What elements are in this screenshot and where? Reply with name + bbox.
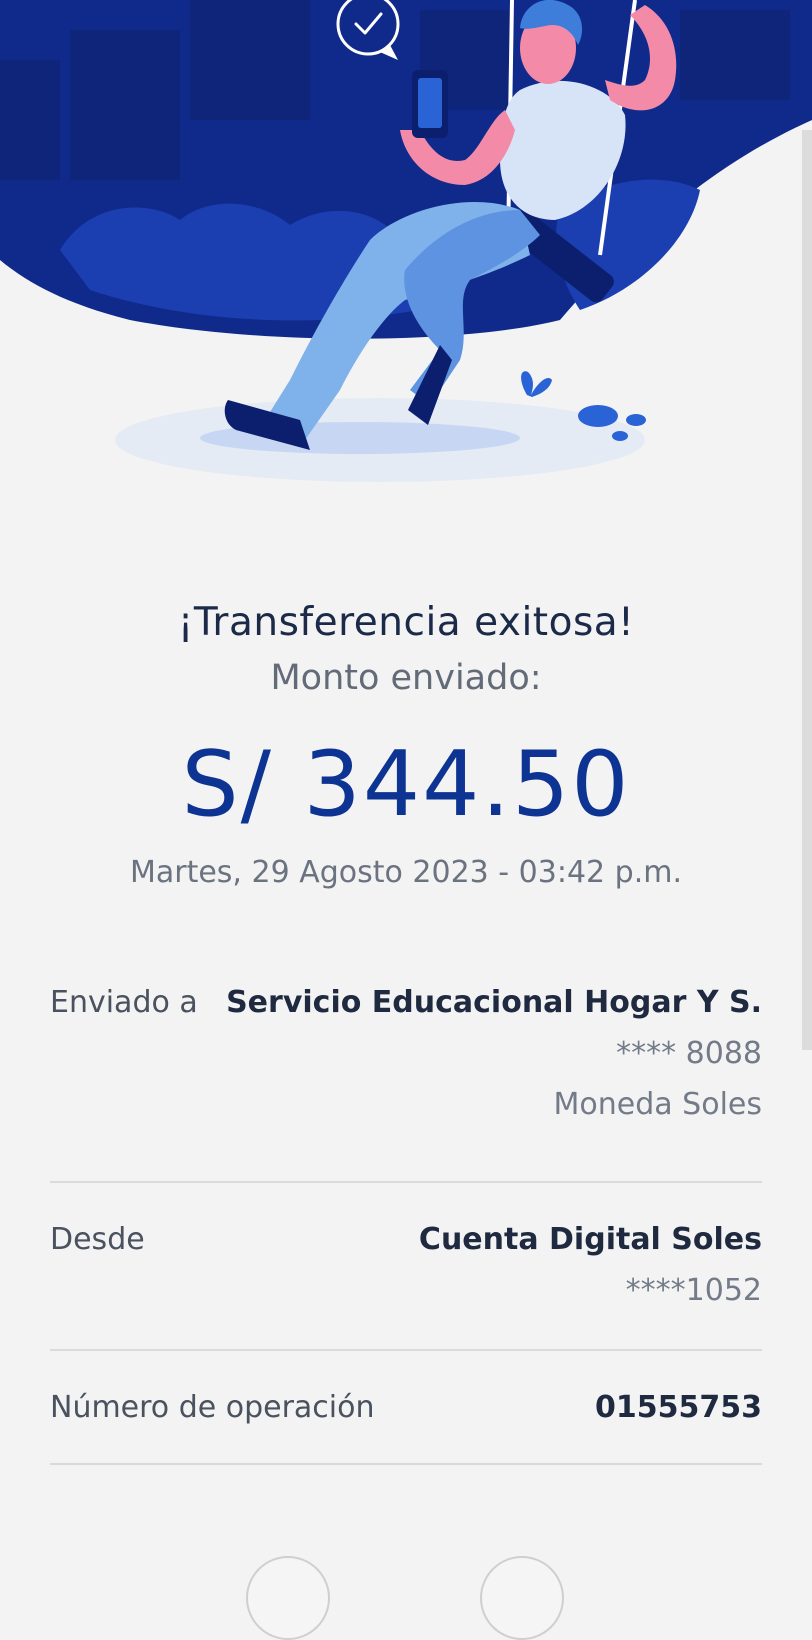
divider (50, 1181, 762, 1183)
recipient-account: **** 8088 (616, 1036, 762, 1071)
recipient-name: Servicio Educacional Hogar Y S. (226, 985, 762, 1020)
source-account-name: Cuenta Digital Soles (418, 1222, 762, 1257)
divider (50, 1463, 762, 1465)
checkmark-chat-bubble-icon (336, 0, 402, 60)
download-button[interactable] (480, 1556, 564, 1640)
recipient-label: Enviado a (50, 985, 198, 1020)
operation-number: 01555753 (595, 1390, 762, 1425)
operation-label: Número de operación (50, 1390, 375, 1425)
transfer-datetime: Martes, 29 Agosto 2023 - 03:42 p.m. (129, 855, 682, 890)
divider (50, 1349, 762, 1351)
success-title: ¡Transferencia exitosa! (177, 600, 635, 645)
amount-sent-label: Monto enviado: (270, 658, 542, 698)
transfer-amount: S/ 344.50 (181, 732, 631, 837)
recipient-currency: Moneda Soles (553, 1087, 763, 1122)
source-account-number: ****1052 (625, 1273, 762, 1308)
scrollbar[interactable] (802, 130, 812, 1050)
share-button[interactable] (246, 1556, 330, 1640)
hero-illustration (0, 0, 812, 520)
source-label: Desde (50, 1222, 145, 1257)
